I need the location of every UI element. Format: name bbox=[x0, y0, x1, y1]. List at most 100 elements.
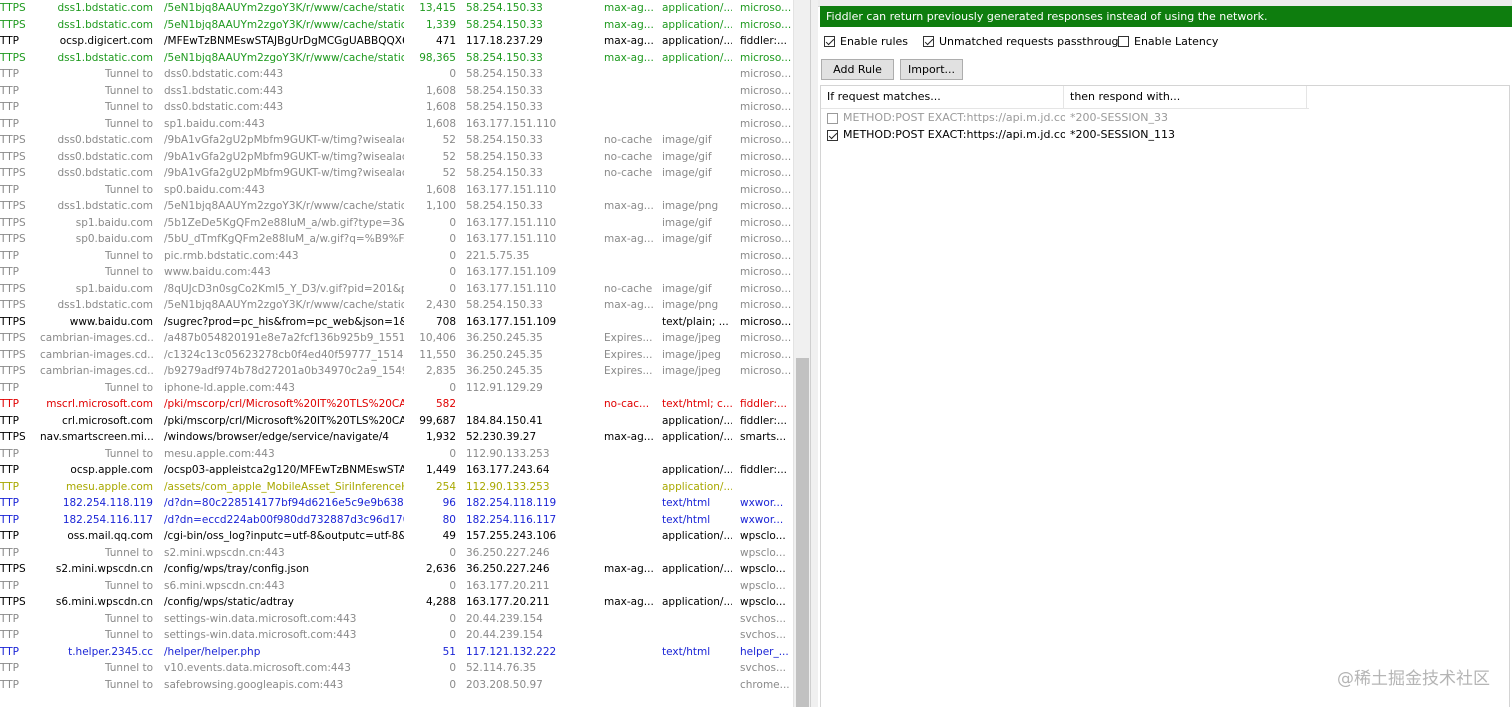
session-row[interactable]: TTPS cambrian-images.cd... /c1324c13c05623… bbox=[0, 347, 793, 364]
session-row[interactable]: TTP oss.mail.qq.com/cgi-bin/oss_log?input… bbox=[0, 528, 793, 545]
session-row[interactable]: TTP 182.254.116.117/d?dn=eccd224ab00f980d… bbox=[0, 512, 793, 529]
server-ip-cell: 58.254.150.33 bbox=[466, 18, 543, 31]
session-row[interactable]: TTPS cambrian-images.cd... /a487b054820191… bbox=[0, 330, 793, 347]
enable-latency-label: Enable Latency bbox=[1134, 35, 1219, 48]
rule-row[interactable]: METHOD:POST EXACT:https://api.m.jd.com/.… bbox=[821, 127, 1309, 143]
server-ip-cell: 58.254.150.33 bbox=[466, 150, 543, 163]
rule-row[interactable]: METHOD:POST EXACT:https://api.m.jd.com/.… bbox=[821, 110, 1309, 126]
session-row[interactable]: TTP Tunnel to iphone-ld.apple.com:443 0 112.… bbox=[0, 380, 793, 397]
url-cell: /helper/helper.php bbox=[164, 645, 261, 658]
protocol-cell: TTPS bbox=[0, 167, 26, 179]
protocol-cell: TTP bbox=[0, 249, 19, 262]
import-button[interactable]: Import... bbox=[900, 59, 963, 80]
session-row[interactable]: TTPS dss1.bdstatic.com/5eN1bjq8AAUYm2zgoY… bbox=[0, 17, 793, 34]
session-row[interactable]: TTP Tunnel to settings-win.data.microsoft.… bbox=[0, 627, 793, 644]
session-row[interactable]: TTP Tunnel to v10.events.data.microsoft.co… bbox=[0, 660, 793, 677]
url-cell: dss1.bdstatic.com:443 bbox=[164, 84, 284, 97]
session-row[interactable]: TTP Tunnel to pic.rmb.bdstatic.com:443 0 221… bbox=[0, 248, 793, 265]
server-ip-cell: 20.44.239.154 bbox=[466, 629, 543, 641]
session-row[interactable]: TTPS dss1.bdstatic.com/5eN1bjq8AAUYm2zgoY… bbox=[0, 198, 793, 215]
session-row[interactable]: TTPS s2.mini.wpscdn.cn/config/wps/tray/co… bbox=[0, 561, 793, 578]
session-row[interactable]: TTP Tunnel to dss0.bdstatic.com:443 0 58.254… bbox=[0, 66, 793, 83]
session-row[interactable]: TTP Tunnel to s6.mini.wpscdn.cn:443 0 163.17… bbox=[0, 578, 793, 595]
session-row[interactable]: TTP 182.254.118.119/d?dn=80c228514177bf94… bbox=[0, 495, 793, 512]
session-row[interactable]: TTP crl.microsoft.com/pki/mscorp/crl/Micr… bbox=[0, 413, 793, 430]
server-ip-cell: 58.254.150.33 bbox=[466, 68, 543, 80]
session-row[interactable]: TTPS dss1.bdstatic.com/5eN1bjq8AAUYm2zgoY… bbox=[0, 297, 793, 314]
enable-latency-checkbox[interactable] bbox=[1118, 36, 1129, 47]
host-cell: 182.254.116.117 bbox=[62, 513, 153, 526]
col-respond-header[interactable]: then respond with... bbox=[1070, 86, 1307, 108]
unmatched-passthrough-option[interactable]: Unmatched requests passthrough bbox=[923, 34, 1126, 50]
session-row[interactable]: TTP Tunnel to www.baidu.com:443 0 163.177.15… bbox=[0, 264, 793, 281]
session-row[interactable]: TTPS dss1.bdstatic.com/5eN1bjq8AAUYm2zgoY… bbox=[0, 50, 793, 67]
url-cell: mesu.apple.com:443 bbox=[164, 447, 275, 460]
session-row[interactable]: TTP mesu.apple.com/assets/com_apple_Mobil… bbox=[0, 479, 793, 496]
url-cell: /5eN1bjq8AAUYm2zgoY3K/r/www/cache/static… bbox=[164, 2, 404, 14]
session-row[interactable]: TTP ocsp.apple.com/ocsp03-appleistca2g120… bbox=[0, 462, 793, 479]
session-row[interactable]: TTPS s6.mini.wpscdn.cn/config/wps/static/… bbox=[0, 594, 793, 611]
host-cell: Tunnel to bbox=[104, 381, 153, 394]
host-cell: cambrian-images.cd... bbox=[40, 365, 153, 377]
rule-enabled-checkbox[interactable] bbox=[827, 130, 838, 141]
body-size-cell: 0 bbox=[449, 579, 456, 592]
session-row[interactable]: TTPS sp0.baidu.com/5bU_dTmfKgQFm2e88IuM_a… bbox=[0, 231, 793, 248]
body-size-cell: 0 bbox=[449, 68, 456, 80]
enable-latency-option[interactable]: Enable Latency bbox=[1118, 34, 1218, 50]
rule-enabled-checkbox[interactable] bbox=[827, 113, 838, 124]
session-row[interactable]: TTP Tunnel to dss0.bdstatic.com:443 1,608 58… bbox=[0, 99, 793, 116]
process-cell: smarts... bbox=[740, 431, 787, 443]
process-cell: microso... bbox=[740, 18, 792, 31]
session-row[interactable]: TTPS dss0.bdstatic.com/9bA1vGfa2gU2pMbfm9… bbox=[0, 149, 793, 166]
body-size-cell: 1,449 bbox=[425, 464, 456, 476]
caching-cell: Expires... bbox=[604, 365, 653, 377]
session-row[interactable]: TTPS dss0.bdstatic.com/9bA1vGfa2gU2pMbfm9… bbox=[0, 132, 793, 149]
rule-match-text: METHOD:POST EXACT:https://api.m.jd.com/.… bbox=[843, 111, 1065, 124]
add-rule-button[interactable]: Add Rule bbox=[821, 59, 894, 80]
col-match-header[interactable]: If request matches... bbox=[827, 86, 1064, 108]
session-row[interactable]: TTP Tunnel to mesu.apple.com:443 0 112.90.13… bbox=[0, 446, 793, 463]
scrollbar-thumb[interactable] bbox=[796, 358, 809, 707]
protocol-cell: TTP bbox=[0, 68, 19, 80]
session-row[interactable]: TTP Tunnel to sp1.baidu.com:443 1,608 163.17… bbox=[0, 116, 793, 133]
session-row[interactable]: TTP Tunnel to settings-win.data.microsoft.… bbox=[0, 611, 793, 628]
session-row[interactable]: TTP Tunnel to sp0.baidu.com:443 1,608 163.17… bbox=[0, 182, 793, 199]
content-type-cell: image/jpeg bbox=[662, 348, 721, 361]
session-row[interactable]: TTPS cambrian-images.cd... /b9279adf974b78… bbox=[0, 363, 793, 380]
session-row[interactable]: TTPS dss1.bdstatic.com/5eN1bjq8AAUYm2zgoY… bbox=[0, 0, 793, 17]
content-type-cell: text/html bbox=[662, 645, 711, 658]
session-row[interactable]: TTPS sp1.baidu.com/5b1ZeDe5KgQFm2e88IuM_a… bbox=[0, 215, 793, 232]
session-row[interactable]: TTP Tunnel to safebrowsing.googleapis.com:… bbox=[0, 677, 793, 694]
process-cell: microso... bbox=[740, 266, 792, 278]
session-row[interactable]: TTP Tunnel to dss1.bdstatic.com:443 1,608 58… bbox=[0, 83, 793, 100]
body-size-cell: 0 bbox=[449, 216, 456, 229]
protocol-cell: TTP bbox=[0, 381, 19, 394]
session-row[interactable]: TTPS nav.smartscreen.mi... /windows/browse… bbox=[0, 429, 793, 446]
caching-cell: Expires... bbox=[604, 348, 653, 361]
unmatched-passthrough-checkbox[interactable] bbox=[923, 36, 934, 47]
content-type-cell: image/png bbox=[662, 299, 719, 311]
process-cell: microso... bbox=[740, 299, 792, 311]
session-row[interactable]: TTPS dss0.bdstatic.com/9bA1vGfa2gU2pMbfm9… bbox=[0, 165, 793, 182]
content-type-cell: application/... bbox=[662, 530, 732, 542]
enable-rules-option[interactable]: Enable rules bbox=[824, 34, 908, 50]
session-row[interactable]: TTP Tunnel to s2.mini.wpscdn.cn:443 0 36.250… bbox=[0, 545, 793, 562]
enable-rules-checkbox[interactable] bbox=[824, 36, 835, 47]
url-cell: pic.rmb.bdstatic.com:443 bbox=[164, 249, 299, 262]
session-row[interactable]: TTP t.helper.2345.cc/helper/helper.php 51 1… bbox=[0, 644, 793, 661]
session-row[interactable]: TTPS www.baidu.com/sugrec?prod=pc_his&fro… bbox=[0, 314, 793, 331]
session-row[interactable]: TTP ocsp.digicert.com/MFEwTzBNMEswSTAJBgU… bbox=[0, 33, 793, 50]
protocol-cell: TTPS bbox=[0, 332, 26, 344]
host-cell: Tunnel to bbox=[104, 266, 153, 278]
content-type-cell: application/... bbox=[662, 35, 732, 47]
body-size-cell: 1,339 bbox=[425, 18, 456, 31]
session-row[interactable]: TTPS sp1.baidu.com/8qUJcD3n0sgCo2Kml5_Y_D… bbox=[0, 281, 793, 298]
body-size-cell: 99,687 bbox=[419, 414, 456, 427]
sessions-list: TTPS dss1.bdstatic.com/5eN1bjq8AAUYm2zgoY… bbox=[0, 0, 793, 707]
sessions-scrollbar[interactable] bbox=[793, 0, 811, 707]
host-cell: Tunnel to bbox=[104, 447, 153, 460]
server-ip-cell: 203.208.50.97 bbox=[466, 678, 543, 691]
url-cell: s6.mini.wpscdn.cn:443 bbox=[164, 579, 285, 592]
session-row[interactable]: TTP mscrl.microsoft.com/pki/mscorp/crl/Mi… bbox=[0, 396, 793, 413]
host-cell: ocsp.digicert.com bbox=[59, 35, 153, 47]
